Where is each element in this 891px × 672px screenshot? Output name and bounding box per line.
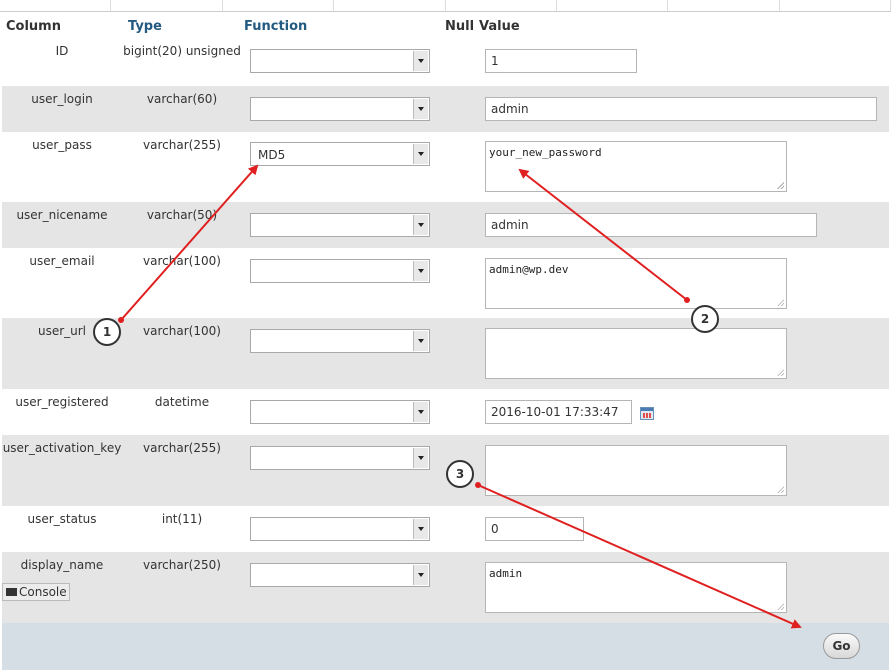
callout-3: 3 bbox=[446, 460, 474, 488]
callout-2: 2 bbox=[691, 305, 719, 333]
arrow-1 bbox=[120, 164, 259, 321]
arrow-2 bbox=[518, 168, 688, 301]
annotation-arrows bbox=[118, 164, 802, 629]
callout-1: 1 bbox=[93, 318, 121, 346]
arrow-3 bbox=[477, 484, 802, 629]
